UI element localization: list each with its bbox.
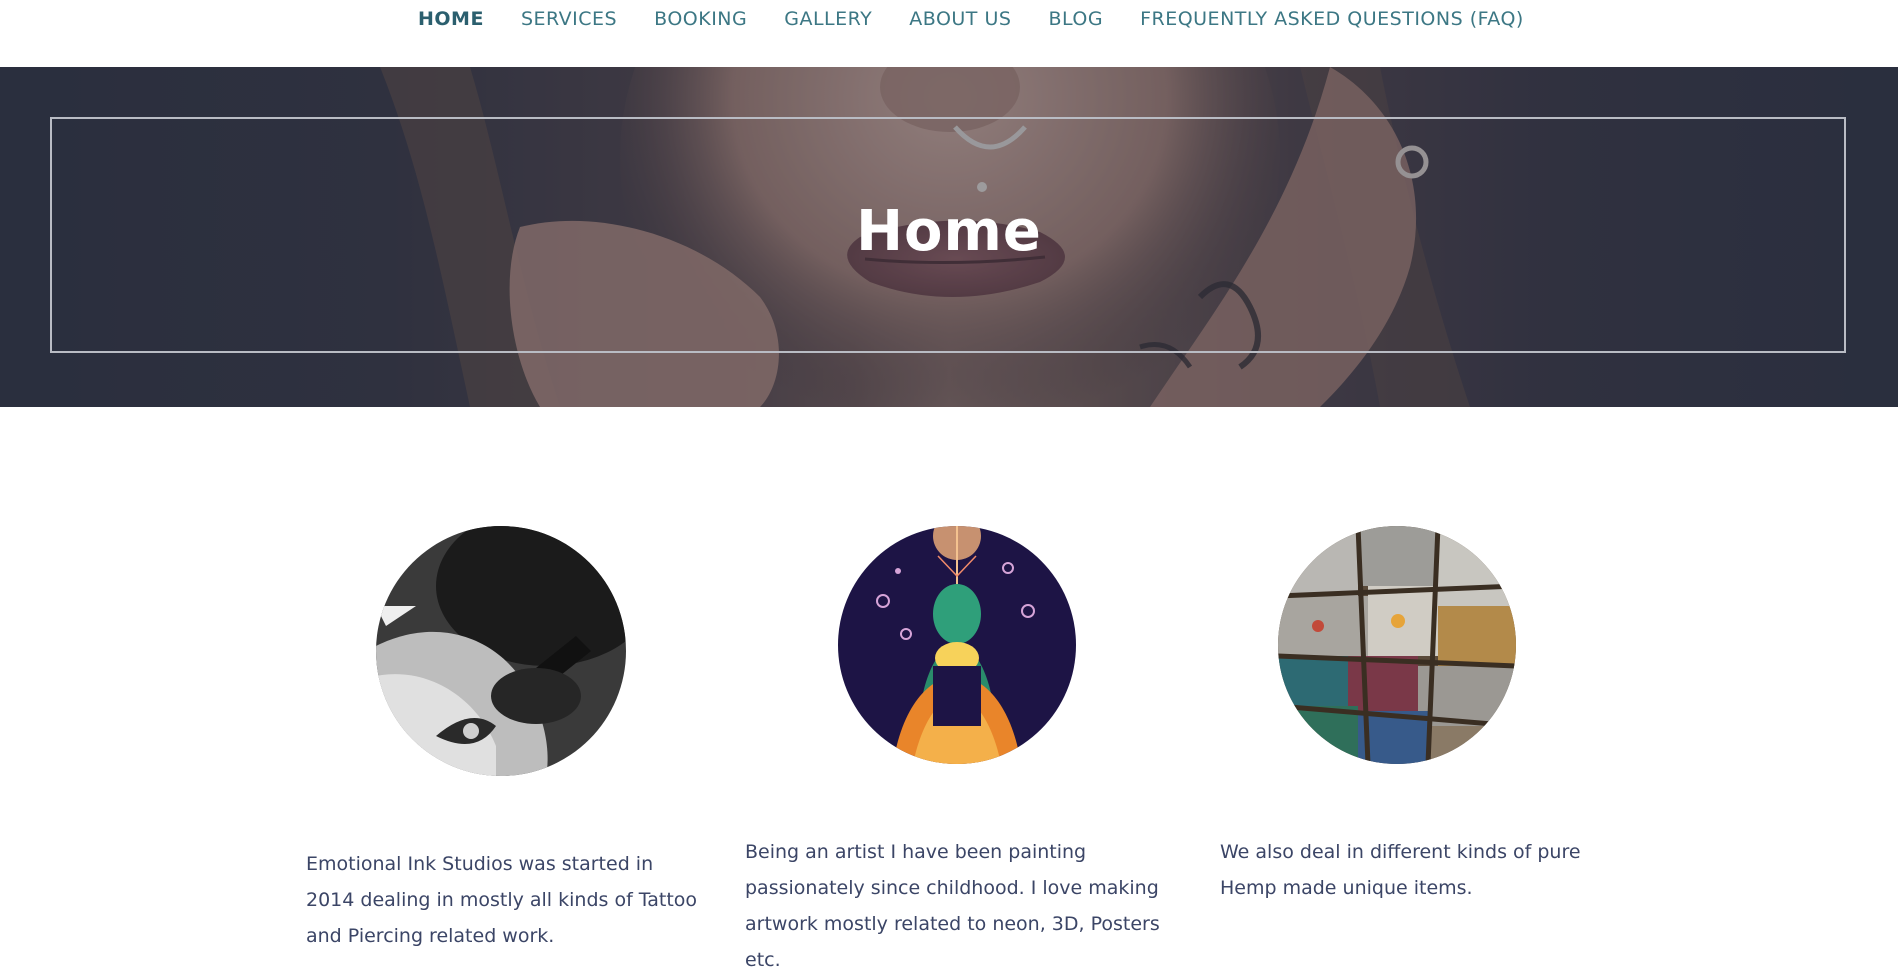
nav-item-gallery[interactable]: GALLERY	[784, 6, 872, 32]
nav-item-home[interactable]: HOME	[418, 6, 484, 32]
hemp-items-photo-icon	[1278, 526, 1516, 764]
hero-banner: Home	[0, 67, 1898, 407]
feature-image-artwork	[838, 526, 1076, 764]
nav-item-blog[interactable]: BLOG	[1048, 6, 1103, 32]
nav-item-services[interactable]: SERVICES	[521, 6, 617, 32]
feature-text-artist: Being an artist I have been painting pas…	[745, 841, 1160, 971]
page-title: Home	[856, 199, 1042, 264]
main-nav: HOME SERVICES BOOKING GALLERY ABOUT US B…	[0, 0, 1898, 67]
tattoo-photo-icon	[376, 526, 626, 776]
nav-list: HOME SERVICES BOOKING GALLERY ABOUT US B…	[418, 6, 1524, 32]
nav-item-faq[interactable]: FREQUENTLY ASKED QUESTIONS (FAQ)	[1140, 6, 1524, 32]
nav-item-booking[interactable]: BOOKING	[654, 6, 747, 32]
nav-item-about-us[interactable]: ABOUT US	[909, 6, 1011, 32]
buddha-artwork-icon	[838, 526, 1076, 764]
feature-text-hemp: We also deal in different kinds of pure …	[1220, 841, 1581, 899]
feature-image-hemp	[1278, 526, 1516, 764]
feature-text-studio: Emotional Ink Studios was started in 201…	[306, 853, 698, 947]
feature-image-tattoo	[376, 526, 626, 776]
